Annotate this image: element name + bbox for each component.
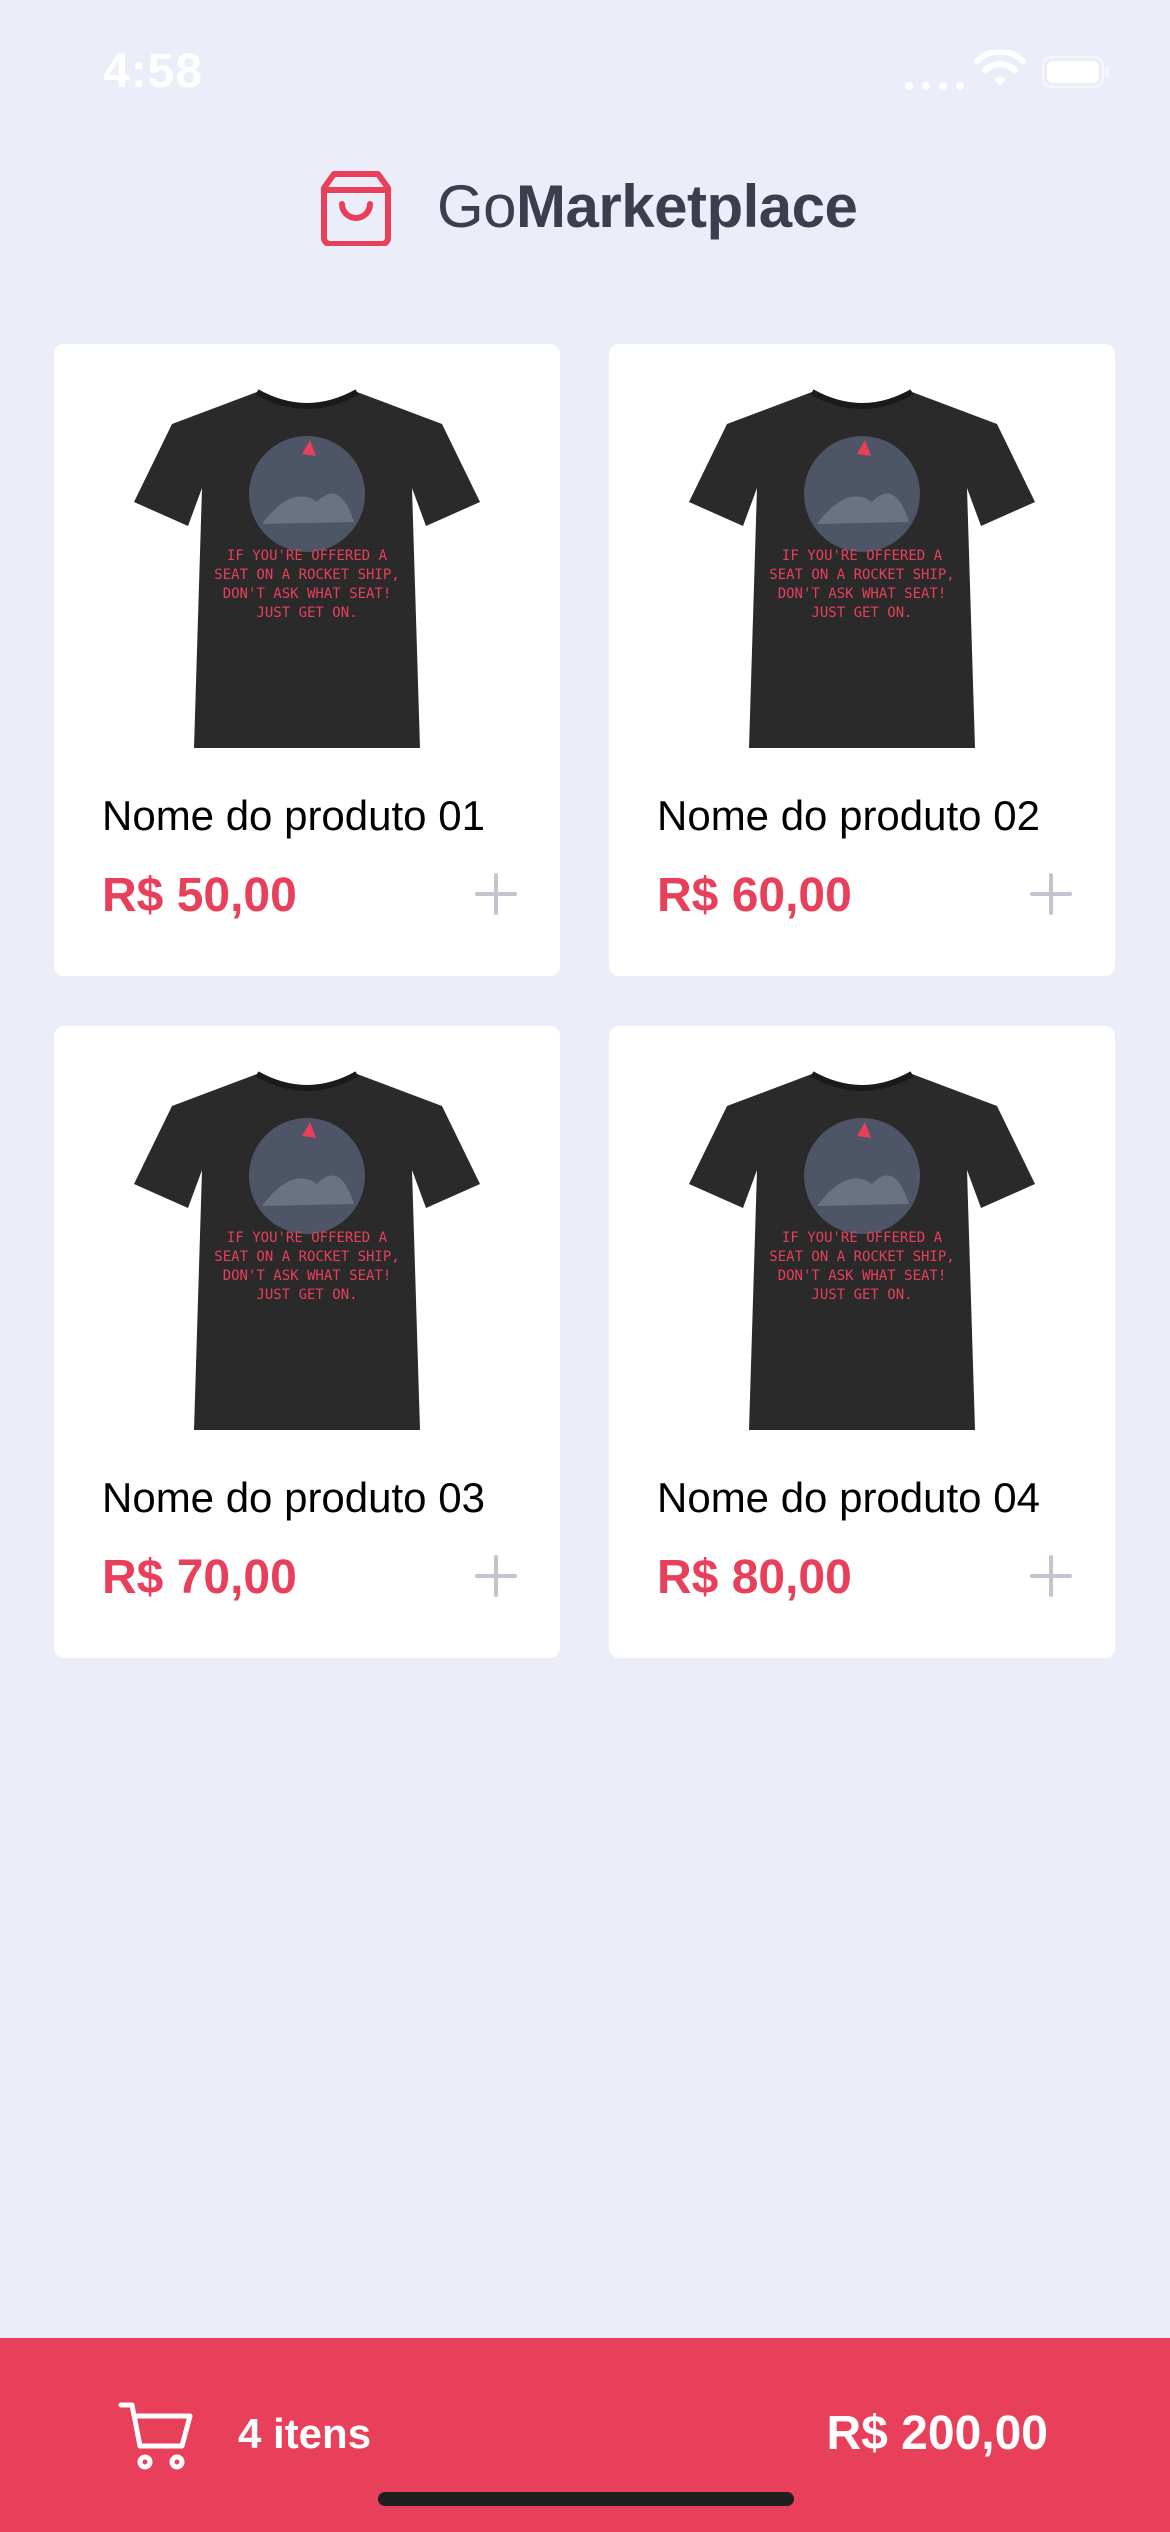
cart-item-count: 4 itens [238, 2410, 372, 2457]
product-price: R$ 50,00 [102, 869, 297, 922]
plus-icon [1030, 1555, 1072, 1597]
app-screen: 4:58 GoMarketplace IF YOU'RE OFFERED A S… [0, 0, 1170, 2532]
battery-icon [1042, 56, 1109, 88]
app-header: GoMarketplace [0, 150, 1170, 270]
product-title: Nome do produto 03 [102, 1474, 485, 1521]
add-to-cart-button[interactable] [464, 1544, 528, 1608]
tshirt-image: IF YOU'RE OFFERED A SEAT ON A ROCKET SHI… [134, 1071, 480, 1430]
product-card[interactable]: IF YOU'RE OFFERED A SEAT ON A ROCKET SHI… [609, 1026, 1115, 1658]
tshirt-print-line1: IF YOU'RE OFFERED A [227, 1230, 388, 1246]
home-indicator[interactable] [378, 2492, 794, 2506]
tshirt-image: IF YOU'RE OFFERED A SEAT ON A ROCKET SHI… [689, 389, 1035, 748]
product-card[interactable]: IF YOU'RE OFFERED A SEAT ON A ROCKET SHI… [54, 344, 560, 976]
product-title: Nome do produto 04 [657, 1474, 1040, 1521]
plus-icon [475, 1555, 517, 1597]
add-to-cart-button[interactable] [1019, 862, 1083, 926]
add-to-cart-button[interactable] [464, 862, 528, 926]
cart-total: R$ 200,00 [826, 2407, 1048, 2460]
product-price: R$ 70,00 [102, 1551, 297, 1604]
plus-icon [475, 873, 517, 915]
tshirt-print-line1: IF YOU'RE OFFERED A [782, 1230, 943, 1246]
tshirt-print-line2: SEAT ON A ROCKET SHIP, [769, 1249, 954, 1265]
product-title: Nome do produto 02 [657, 792, 1040, 839]
product-price: R$ 80,00 [657, 1551, 852, 1604]
tshirt-print-line3: DON'T ASK WHAT SEAT! [223, 1268, 392, 1284]
tshirt-print-line4: JUST GET ON. [256, 605, 357, 621]
status-bar: 4:58 [0, 0, 1170, 150]
status-time: 4:58 [103, 45, 204, 98]
tshirt-print-line2: SEAT ON A ROCKET SHIP, [769, 567, 954, 583]
tshirt-image: IF YOU'RE OFFERED A SEAT ON A ROCKET SHI… [689, 1071, 1035, 1430]
tshirt-print-line4: JUST GET ON. [811, 605, 912, 621]
cart-icon [118, 2402, 193, 2470]
tshirt-print-line3: DON'T ASK WHAT SEAT! [223, 586, 392, 602]
tshirt-print-line3: DON'T ASK WHAT SEAT! [778, 586, 947, 602]
shopping-bag-icon [321, 171, 391, 246]
wifi-icon [974, 50, 1026, 86]
product-price: R$ 60,00 [657, 869, 852, 922]
tshirt-print-line4: JUST GET ON. [256, 1287, 357, 1303]
app-title-light: Go [437, 173, 517, 240]
tshirt-print-line2: SEAT ON A ROCKET SHIP, [214, 567, 399, 583]
plus-icon [1030, 873, 1072, 915]
app-title: GoMarketplace [437, 172, 858, 241]
tshirt-image: IF YOU'RE OFFERED A SEAT ON A ROCKET SHI… [134, 389, 480, 748]
tshirt-print-line4: JUST GET ON. [811, 1287, 912, 1303]
product-title: Nome do produto 01 [102, 792, 485, 839]
tshirt-print-line2: SEAT ON A ROCKET SHIP, [214, 1249, 399, 1265]
app-title-bold: Marketplace [516, 173, 858, 240]
add-to-cart-button[interactable] [1019, 1544, 1083, 1608]
product-card[interactable]: IF YOU'RE OFFERED A SEAT ON A ROCKET SHI… [54, 1026, 560, 1658]
tshirt-print-line1: IF YOU'RE OFFERED A [782, 548, 943, 564]
product-card[interactable]: IF YOU'RE OFFERED A SEAT ON A ROCKET SHI… [609, 344, 1115, 976]
tshirt-print-line3: DON'T ASK WHAT SEAT! [778, 1268, 947, 1284]
tshirt-print-line1: IF YOU'RE OFFERED A [227, 548, 388, 564]
signal-icon [905, 82, 964, 90]
